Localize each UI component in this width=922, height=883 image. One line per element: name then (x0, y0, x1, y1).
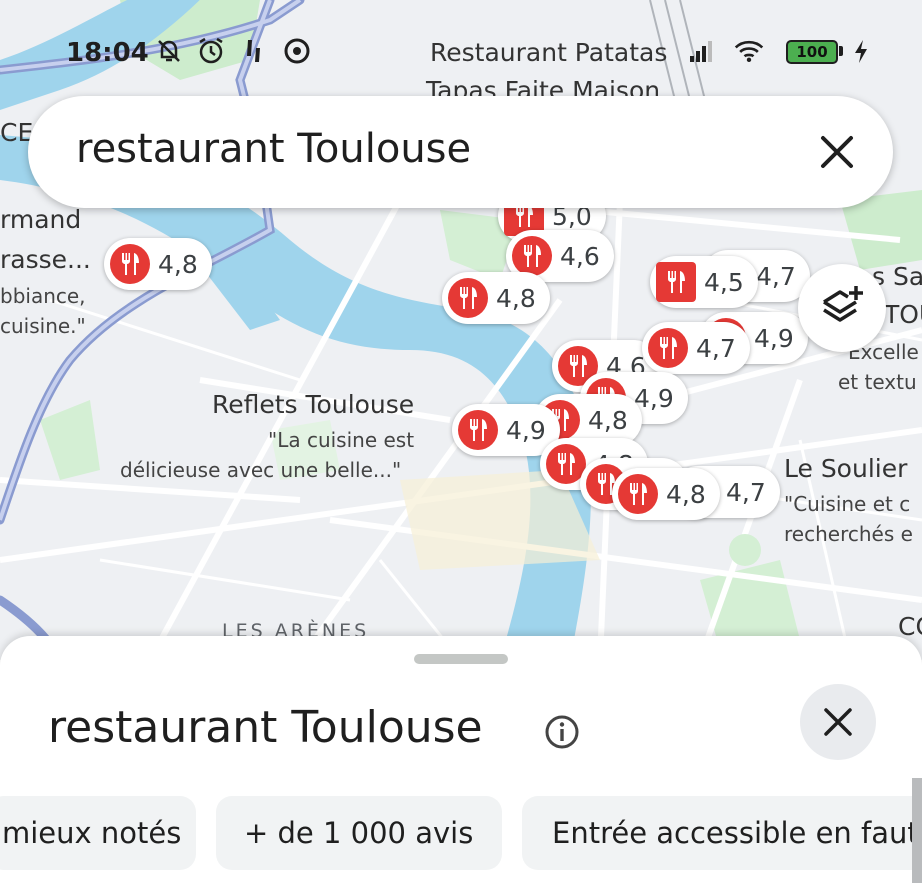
restaurant-pin[interactable]: 4,5 (650, 256, 758, 308)
pin-rating: 4,5 (704, 267, 744, 297)
fork-knife-icon (618, 474, 658, 514)
pin-rating: 4,9 (754, 323, 794, 353)
battery-indicator: 100 (786, 40, 838, 64)
fork-knife-icon (656, 262, 696, 302)
pin-rating: 4,8 (158, 249, 198, 279)
layers-icon (823, 286, 863, 322)
pin-rating: 4,7 (726, 477, 766, 507)
signal-icon (690, 41, 712, 62)
vpn-icon (284, 38, 310, 64)
fork-knife-icon (458, 410, 498, 450)
pin-rating: 4,8 (666, 479, 706, 509)
pin-rating: 4,6 (560, 241, 600, 271)
battery-level: 100 (796, 43, 828, 61)
map-label: rasse... (0, 245, 91, 274)
status-time: 18:04 (66, 38, 149, 68)
results-sheet[interactable]: restaurant Toulouse mieux notés + de 1 0… (0, 636, 922, 883)
sheet-title: restaurant Toulouse (48, 702, 483, 753)
drag-handle[interactable] (414, 654, 508, 664)
wifi-icon (734, 40, 764, 63)
info-icon[interactable] (544, 714, 580, 750)
scrollbar[interactable] (912, 778, 922, 883)
filter-chip-top-rated[interactable]: mieux notés (0, 796, 196, 870)
search-bar[interactable]: restaurant Toulouse (28, 96, 893, 208)
map-label: délicieuse avec une belle..." (120, 458, 402, 482)
close-icon[interactable] (817, 132, 857, 172)
restaurant-pin[interactable]: 4,8 (442, 272, 550, 324)
map-label: cuisine." (0, 314, 86, 338)
search-input[interactable]: restaurant Toulouse (76, 126, 471, 172)
restaurant-pin[interactable]: 4,9 (452, 404, 560, 456)
close-icon (824, 708, 852, 736)
map-label[interactable]: Le Soulier (784, 454, 907, 483)
fork-knife-icon (512, 236, 552, 276)
notifications-off-icon (158, 40, 180, 62)
map-label: bbiance, (0, 284, 86, 308)
restaurant-pin[interactable]: 4,7 (642, 322, 750, 374)
pin-rating: 4,7 (696, 333, 736, 363)
pin-rating: 4,8 (496, 283, 536, 313)
pin-rating: 4,8 (588, 405, 628, 435)
alarm-icon (199, 37, 223, 64)
battery-tip (839, 46, 843, 56)
map-label: rmand (0, 205, 82, 234)
restaurant-pin[interactable]: 4,8 (104, 238, 212, 290)
map-label: recherchés e (784, 522, 913, 546)
map-label: TOU (884, 300, 922, 329)
map-label: et textu (838, 370, 917, 394)
fork-knife-icon (448, 278, 488, 318)
location-icon (247, 40, 260, 62)
filter-chip-accessible[interactable]: Entrée accessible en fauteuil (522, 796, 922, 870)
pin-rating: 4,9 (634, 383, 674, 413)
fork-knife-icon (648, 328, 688, 368)
filter-chip-reviews[interactable]: + de 1 000 avis (216, 796, 502, 870)
map-label: "La cuisine est (268, 428, 415, 452)
fork-knife-icon (110, 244, 150, 284)
status-bar: 18:04 100 (0, 30, 922, 74)
restaurant-pin[interactable]: 4,8 (612, 468, 720, 520)
map-label[interactable]: Reflets Toulouse (212, 390, 414, 419)
map-layers-button[interactable] (798, 264, 886, 352)
pin-rating: 4,9 (506, 415, 546, 445)
map-label: "Cuisine et c (784, 492, 911, 516)
pin-rating: 4,7 (756, 261, 796, 291)
charging-icon (855, 40, 867, 63)
close-sheet-button[interactable] (800, 684, 876, 760)
